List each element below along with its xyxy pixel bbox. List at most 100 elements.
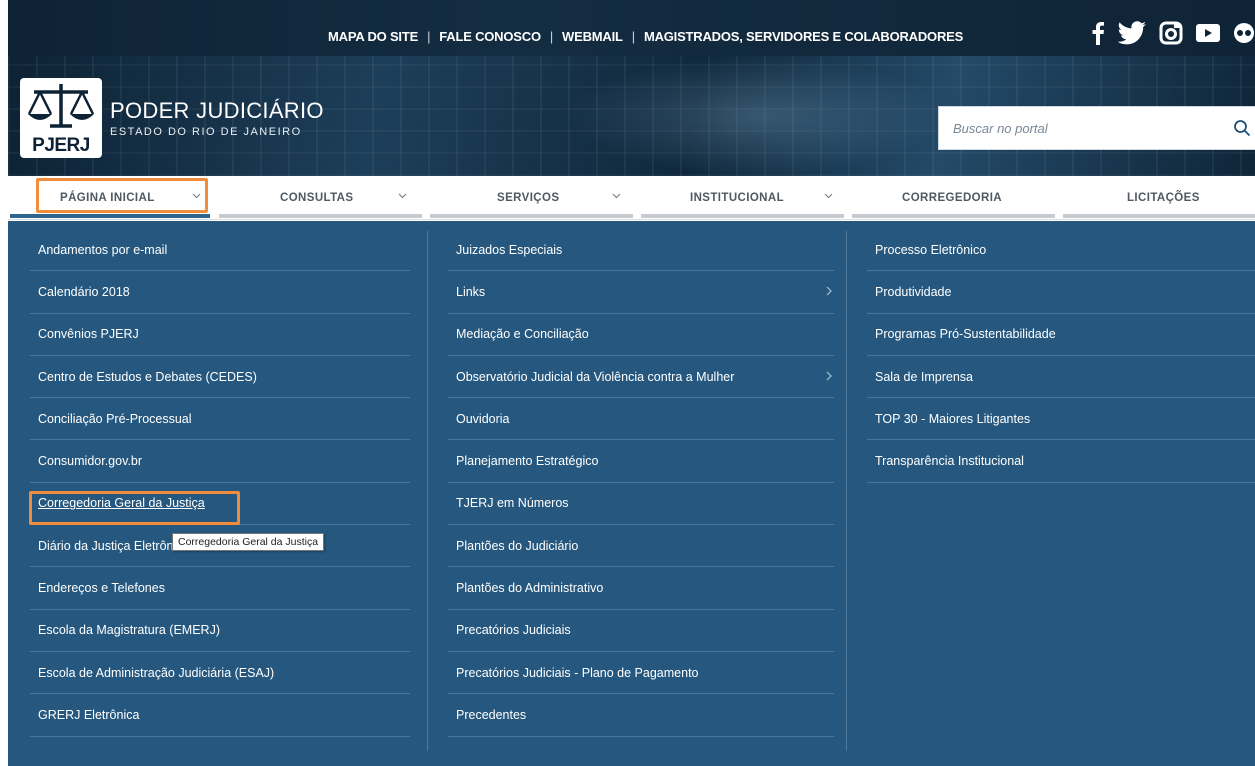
menu-item[interactable]: Precatórios Judiciais [448,610,834,652]
youtube-icon[interactable] [1195,20,1221,46]
separator: | [549,28,554,44]
top-link-contact[interactable]: FALE CONOSCO [439,29,541,44]
menu-item-label: Precatórios Judiciais - Plano de Pagamen… [456,665,699,680]
nav-label: LICITAÇÕES [1127,192,1200,204]
menu-item[interactable]: Precedentes [448,694,834,737]
menu-item[interactable]: Precatórios Judiciais - Plano de Pagamen… [448,652,834,695]
menu-item-with-submenu[interactable]: Observatório Judicial da Violência contr… [448,356,834,399]
menu-item-label: TJERJ em Números [456,496,569,511]
menu-item-label: Centro de Estudos e Debates (CEDES) [38,369,257,384]
menu-item-with-submenu[interactable]: Links [448,271,834,314]
social-links [1091,20,1255,46]
facebook-icon[interactable] [1091,20,1105,46]
mega-menu: Andamentos por e-mail Calendário 2018 Co… [8,221,1255,766]
chevron-down-icon [192,190,201,202]
menu-item[interactable]: Transparência Institucional [867,440,1255,483]
chevron-down-icon [824,190,833,202]
menu-item[interactable]: Ouvidoria [448,398,834,441]
nav-label: INSTITUCIONAL [690,192,784,204]
menu-item-label: Ouvidoria [456,411,510,426]
menu-item[interactable]: Conciliação Pré-Processual [30,398,410,441]
search-input[interactable] [953,120,1222,136]
menu-item-label: Mediação e Conciliação [456,327,589,342]
menu-item-label: Consumidor.gov.br [38,454,142,469]
menu-item-label: Planejamento Estratégico [456,454,599,469]
logo-text: PODER JUDICIÁRIO ESTADO DO RIO DE JANEIR… [110,98,324,138]
menu-item[interactable]: Consumidor.gov.br [30,440,410,483]
nav-underline [641,214,844,218]
menu-item-label: Precedentes [456,707,527,722]
menu-item[interactable]: Andamentos por e-mail [30,229,410,272]
separator: | [427,28,431,44]
column-divider [427,231,428,751]
menu-item-label: Observatório Judicial da Violência contr… [456,369,735,384]
menu-item-label: TOP 30 - Maiores Litigantes [875,411,1031,426]
chevron-down-icon [398,190,407,202]
menu-item[interactable]: Endereços e Telefones [30,567,410,610]
menu-item[interactable]: Plantões do Administrativo [448,567,834,610]
nav-underline [219,214,422,218]
nav-label: SERVIÇOS [497,192,560,204]
menu-item[interactable]: Centro de Estudos e Debates (CEDES) [30,356,410,399]
chevron-right-icon [826,370,832,384]
logo-mark: PJERJ [20,78,102,158]
top-links: MAPA DO SITE | FALE CONOSCO | WEBMAIL | … [328,26,963,46]
menu-item[interactable]: Calendário 2018 [30,271,410,314]
logo-abbreviation: PJERJ [32,135,90,156]
menu-item-corregedoria-hovered[interactable]: Corregedoria Geral da Justiça [30,483,410,526]
menu-item[interactable]: Escola de Administração Judiciária (ESAJ… [30,652,410,695]
logo-title: PODER JUDICIÁRIO [110,98,324,123]
menu-item[interactable]: Produtividade [867,271,1255,314]
separator: | [631,28,635,44]
column-divider [846,231,847,751]
menu-item[interactable]: Escola da Magistratura (EMERJ) [30,610,410,652]
menu-item[interactable]: Juizados Especiais [448,229,834,272]
instagram-icon[interactable] [1159,20,1183,46]
logo-subtitle: ESTADO DO RIO DE JANEIRO [110,126,302,138]
chevron-right-icon [826,285,832,299]
menu-item-label: Escola da Magistratura (EMERJ) [38,623,221,638]
nav-underline [430,214,633,218]
twitter-icon[interactable] [1117,20,1147,46]
top-bar: MAPA DO SITE | FALE CONOSCO | WEBMAIL | … [8,0,1255,56]
nav-underline [852,214,1055,218]
nav-label: CORREGEDORIA [902,192,1003,204]
menu-column-1: Andamentos por e-mail Calendário 2018 Co… [30,229,410,737]
menu-item[interactable]: Plantões do Judiciário [448,525,834,568]
search-box [938,106,1255,150]
banner-glow [568,56,948,176]
menu-item[interactable]: Sala de Imprensa [867,356,1255,399]
menu-item-label: Produtividade [875,284,952,299]
nav-underline-active [10,214,210,218]
scales-of-justice-icon [27,84,95,128]
menu-item-label: Escola de Administração Judiciária (ESAJ… [38,665,275,680]
main-nav: PÁGINA INICIAL CONSULTAS SERVIÇOS INSTIT… [8,176,1255,220]
menu-item[interactable]: Planejamento Estratégico [448,440,834,483]
menu-item[interactable]: TOP 30 - Maiores Litigantes [867,398,1255,441]
menu-item-label: Programas Pró-Sustentabilidade [875,327,1056,342]
nav-underline [1063,214,1255,218]
menu-item-label: Diário da Justiça Eletrônico [38,538,190,553]
top-link-staff[interactable]: MAGISTRADOS, SERVIDORES E COLABORADORES [644,29,963,44]
top-link-site-map[interactable]: MAPA DO SITE [328,29,418,44]
search-icon[interactable] [1222,119,1255,137]
menu-item-label: Precatórios Judiciais [456,623,571,638]
menu-item[interactable]: Convênios PJERJ [30,314,410,356]
page-left-edge [0,0,8,766]
menu-column-2: Juizados Especiais Links Mediação e Conc… [448,229,834,737]
site-logo[interactable]: PJERJ PODER JUDICIÁRIO ESTADO DO RIO DE … [20,78,324,158]
menu-item-label: Corregedoria Geral da Justiça [38,496,205,511]
menu-item-label: Processo Eletrônico [875,242,987,257]
flickr-icon[interactable] [1233,20,1255,46]
header-banner: PJERJ PODER JUDICIÁRIO ESTADO DO RIO DE … [8,56,1255,176]
menu-item[interactable]: Mediação e Conciliação [448,314,834,356]
menu-item[interactable]: Processo Eletrônico [867,229,1255,272]
menu-item-label: Plantões do Administrativo [456,581,604,596]
menu-item[interactable]: TJERJ em Números [448,483,834,526]
chevron-down-icon [612,190,621,202]
top-link-webmail[interactable]: WEBMAIL [562,29,623,44]
menu-item-label: GRERJ Eletrônica [38,707,140,722]
menu-item-label: Conciliação Pré-Processual [38,411,192,426]
menu-item[interactable]: Programas Pró-Sustentabilidade [867,314,1255,356]
menu-item[interactable]: GRERJ Eletrônica [30,694,410,737]
